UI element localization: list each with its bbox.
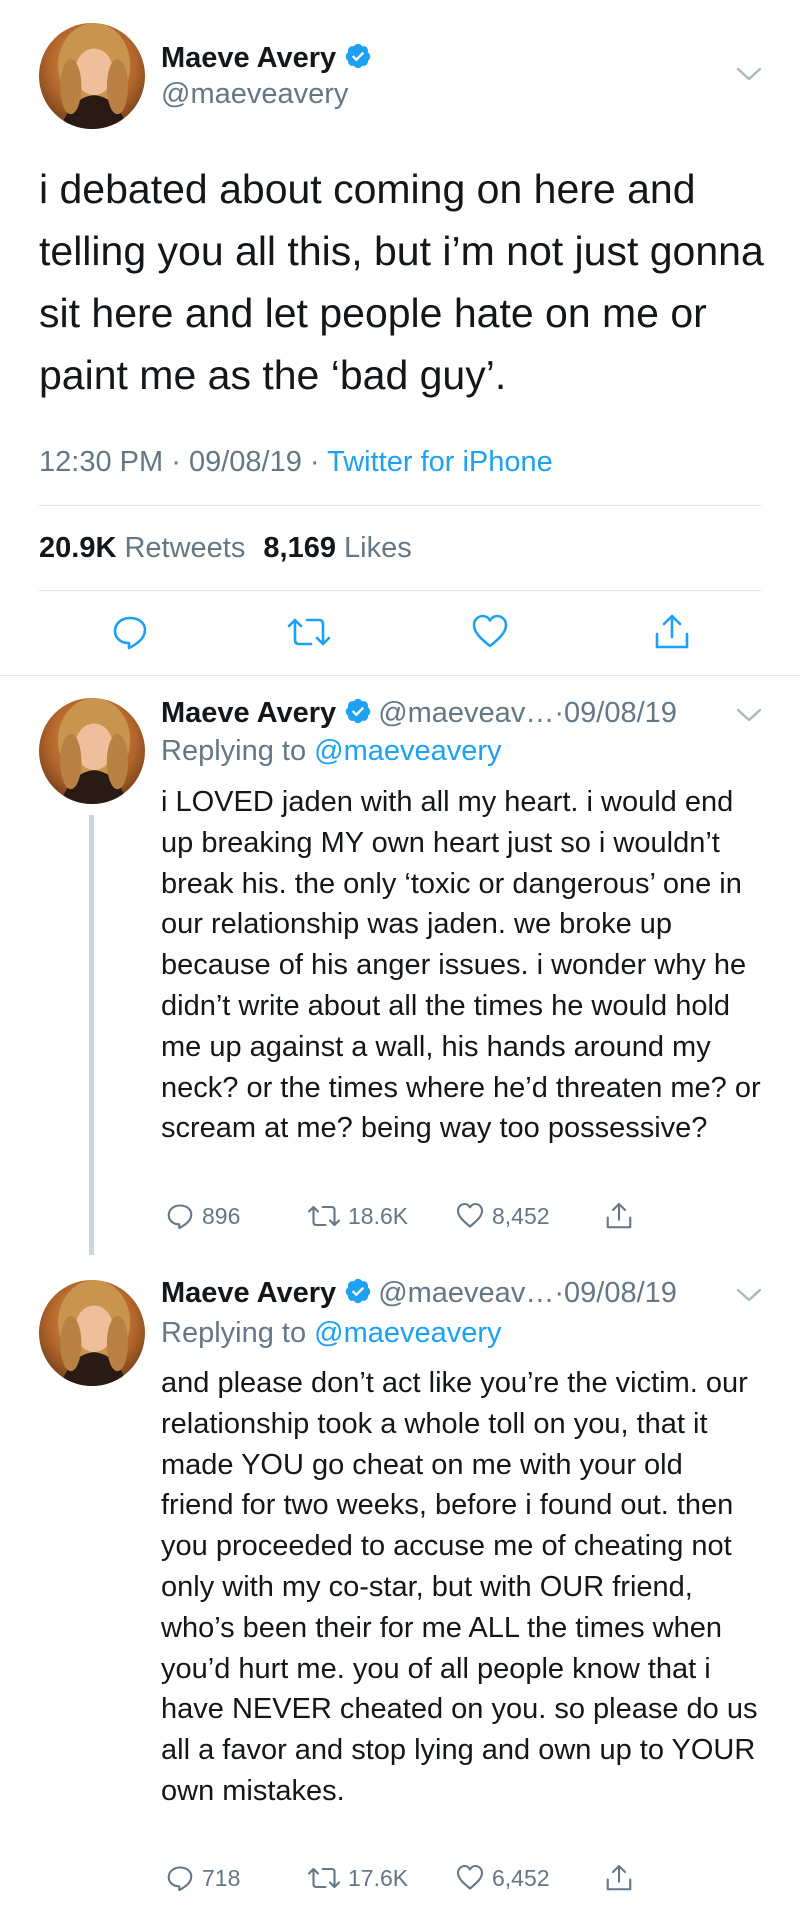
chevron-down-icon[interactable] <box>736 66 762 87</box>
avatar[interactable] <box>39 23 145 129</box>
reply-icon <box>167 1866 193 1892</box>
replying-to-label: Replying to <box>161 1317 315 1349</box>
reply-text: and please don’t act like you’re the vic… <box>161 1367 758 1807</box>
reply-text: i LOVED jaden with all my heart. i would… <box>161 786 761 1145</box>
reply-icon[interactable] <box>110 612 150 652</box>
like-count: 8,452 <box>492 1202 550 1229</box>
author-name[interactable]: Maeve Avery <box>161 1277 336 1310</box>
tweet-source-link[interactable]: Twitter for iPhone <box>327 446 553 478</box>
author-name[interactable]: Maeve Avery <box>161 697 336 730</box>
replying-to-mention[interactable]: @maeveavery <box>314 735 501 767</box>
like-icon <box>456 1202 484 1228</box>
share-button[interactable] <box>604 1863 641 1893</box>
author-name[interactable]: Maeve Avery <box>161 42 336 75</box>
main-tweet: Maeve Avery @maeveavery i debated about … <box>0 0 800 676</box>
reply-button[interactable]: 896 <box>165 1201 240 1231</box>
divider <box>39 590 761 591</box>
retweet-icon <box>307 1205 341 1227</box>
replying-to: Replying to @maeveavery <box>161 735 502 768</box>
divider <box>39 505 761 506</box>
like-button[interactable]: 6,452 <box>455 1863 550 1893</box>
tweet-meta: 12:30 PM · 09/08/19 · Twitter for iPhone <box>39 446 553 479</box>
avatar[interactable] <box>39 698 145 804</box>
reply-count: 896 <box>202 1202 241 1229</box>
like-icon[interactable] <box>470 612 510 652</box>
reply-tweet: Maeve Avery @maeveav… · 09/08/19 Replyin… <box>0 675 800 1255</box>
avatar-photo <box>39 23 145 129</box>
reply-actions: 896 18.6K 8,452 <box>161 1201 761 1241</box>
chevron-down-icon[interactable] <box>736 707 762 728</box>
reply-date[interactable]: 09/08/19 <box>564 697 677 730</box>
retweet-icon[interactable] <box>287 612 331 652</box>
author-name-row: Maeve Avery <box>161 40 372 76</box>
verified-badge-icon <box>344 697 372 730</box>
tweet-thread: Maeve Avery @maeveavery i debated about … <box>0 0 800 1920</box>
share-icon <box>606 1202 632 1229</box>
tweet-time[interactable]: 12:30 PM <box>39 446 163 478</box>
share-icon <box>606 1864 632 1891</box>
like-icon <box>456 1864 484 1890</box>
retweets-label[interactable]: Retweets <box>124 532 245 564</box>
meta-separator: · <box>171 446 181 478</box>
replying-to-mention[interactable]: @maeveavery <box>314 1317 501 1349</box>
verified-badge-icon <box>344 42 372 75</box>
meta-separator: · <box>554 696 564 729</box>
avatar-photo <box>39 698 145 804</box>
share-button[interactable] <box>604 1201 641 1231</box>
thread-line <box>89 815 94 1255</box>
reply-count: 718 <box>202 1864 241 1891</box>
author-handle[interactable]: @maeveavery <box>161 78 348 111</box>
share-icon[interactable] <box>652 612 692 652</box>
retweet-count: 18.6K <box>348 1202 409 1229</box>
reply-header: Maeve Avery @maeveav… · 09/08/19 <box>161 1275 677 1311</box>
reply-header: Maeve Avery @maeveav… · 09/08/19 <box>161 695 677 731</box>
likes-label[interactable]: Likes <box>344 532 412 564</box>
retweets-count[interactable]: 20.9K <box>39 532 116 564</box>
tweet-date[interactable]: 09/08/19 <box>189 446 302 478</box>
like-button[interactable]: 8,452 <box>455 1201 550 1231</box>
likes-count[interactable]: 8,169 <box>263 532 336 564</box>
replying-to-label: Replying to <box>161 735 315 767</box>
meta-separator: · <box>554 1276 564 1309</box>
retweet-button[interactable]: 18.6K <box>307 1201 408 1231</box>
reply-actions: 718 17.6K 6,452 <box>161 1863 761 1903</box>
avatar-photo <box>39 1280 145 1386</box>
author-handle[interactable]: @maeveav… <box>378 697 554 730</box>
tweet-stats: 20.9K Retweets 8,169 Likes <box>39 532 412 565</box>
chevron-down-icon[interactable] <box>736 1287 762 1308</box>
retweet-count: 17.6K <box>348 1864 409 1891</box>
author-handle[interactable]: @maeveav… <box>378 1277 554 1310</box>
reply-tweet: Maeve Avery @maeveav… · 09/08/19 Replyin… <box>0 1255 800 1920</box>
avatar[interactable] <box>39 1280 145 1386</box>
replying-to: Replying to @maeveavery <box>161 1317 502 1350</box>
reply-icon <box>167 1204 193 1230</box>
verified-badge-icon <box>344 1277 372 1310</box>
tweet-text: i debated about coming on here and telli… <box>39 166 764 398</box>
meta-separator: · <box>309 446 320 478</box>
reply-date[interactable]: 09/08/19 <box>564 1277 677 1310</box>
retweet-icon <box>307 1867 341 1889</box>
retweet-button[interactable]: 17.6K <box>307 1863 408 1893</box>
like-count: 6,452 <box>492 1864 550 1891</box>
reply-button[interactable]: 718 <box>165 1863 240 1893</box>
